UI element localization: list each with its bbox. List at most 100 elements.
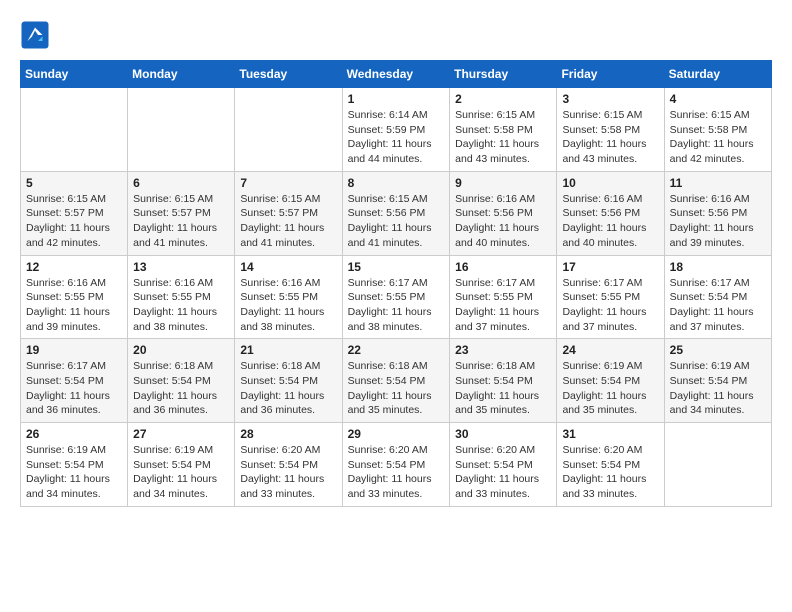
calendar-cell: 9 Sunrise: 6:16 AM Sunset: 5:56 PM Daylig… xyxy=(450,171,557,255)
day-info: Sunrise: 6:20 AM Sunset: 5:54 PM Dayligh… xyxy=(348,443,445,502)
calendar-week-row: 19 Sunrise: 6:17 AM Sunset: 5:54 PM Dayli… xyxy=(21,339,772,423)
page-header xyxy=(20,20,772,50)
day-number: 2 xyxy=(455,92,551,106)
day-info: Sunrise: 6:20 AM Sunset: 5:54 PM Dayligh… xyxy=(240,443,336,502)
day-info: Sunrise: 6:19 AM Sunset: 5:54 PM Dayligh… xyxy=(670,359,766,418)
day-number: 3 xyxy=(562,92,658,106)
day-number: 12 xyxy=(26,260,122,274)
calendar-week-row: 1Sunrise: 6:14 AM Sunset: 5:59 PM Daylig… xyxy=(21,88,772,172)
day-number: 10 xyxy=(562,176,658,190)
day-info: Sunrise: 6:18 AM Sunset: 5:54 PM Dayligh… xyxy=(455,359,551,418)
day-number: 7 xyxy=(240,176,336,190)
day-info: Sunrise: 6:19 AM Sunset: 5:54 PM Dayligh… xyxy=(562,359,658,418)
calendar-cell: 29 Sunrise: 6:20 AM Sunset: 5:54 PM Dayli… xyxy=(342,423,450,507)
day-number: 14 xyxy=(240,260,336,274)
calendar-cell: 11 Sunrise: 6:16 AM Sunset: 5:56 PM Dayli… xyxy=(664,171,771,255)
day-number: 26 xyxy=(26,427,122,441)
calendar-cell: 15 Sunrise: 6:17 AM Sunset: 5:55 PM Dayli… xyxy=(342,255,450,339)
day-number: 22 xyxy=(348,343,445,357)
day-info: Sunrise: 6:15 AM Sunset: 5:58 PM Dayligh… xyxy=(670,108,766,167)
day-number: 6 xyxy=(133,176,229,190)
day-number: 30 xyxy=(455,427,551,441)
calendar-cell: 31Sunrise: 6:20 AM Sunset: 5:54 PM Dayli… xyxy=(557,423,664,507)
calendar-week-row: 5 Sunrise: 6:15 AM Sunset: 5:57 PM Daylig… xyxy=(21,171,772,255)
day-info: Sunrise: 6:15 AM Sunset: 5:58 PM Dayligh… xyxy=(562,108,658,167)
day-info: Sunrise: 6:16 AM Sunset: 5:55 PM Dayligh… xyxy=(133,276,229,335)
calendar-week-row: 12 Sunrise: 6:16 AM Sunset: 5:55 PM Dayli… xyxy=(21,255,772,339)
calendar-cell: 30Sunrise: 6:20 AM Sunset: 5:54 PM Dayli… xyxy=(450,423,557,507)
day-info: Sunrise: 6:18 AM Sunset: 5:54 PM Dayligh… xyxy=(240,359,336,418)
day-info: Sunrise: 6:17 AM Sunset: 5:55 PM Dayligh… xyxy=(455,276,551,335)
logo-icon xyxy=(20,20,50,50)
day-number: 24 xyxy=(562,343,658,357)
day-number: 16 xyxy=(455,260,551,274)
calendar-cell: 22 Sunrise: 6:18 AM Sunset: 5:54 PM Dayli… xyxy=(342,339,450,423)
calendar-cell: 24 Sunrise: 6:19 AM Sunset: 5:54 PM Dayli… xyxy=(557,339,664,423)
calendar-cell: 2 Sunrise: 6:15 AM Sunset: 5:58 PM Daylig… xyxy=(450,88,557,172)
calendar-cell: 26 Sunrise: 6:19 AM Sunset: 5:54 PM Dayli… xyxy=(21,423,128,507)
calendar-cell xyxy=(128,88,235,172)
header-saturday: Saturday xyxy=(664,61,771,88)
day-number: 21 xyxy=(240,343,336,357)
day-info: Sunrise: 6:16 AM Sunset: 5:56 PM Dayligh… xyxy=(562,192,658,251)
header-monday: Monday xyxy=(128,61,235,88)
day-number: 5 xyxy=(26,176,122,190)
day-info: Sunrise: 6:19 AM Sunset: 5:54 PM Dayligh… xyxy=(133,443,229,502)
day-info: Sunrise: 6:20 AM Sunset: 5:54 PM Dayligh… xyxy=(562,443,658,502)
day-number: 25 xyxy=(670,343,766,357)
calendar-cell: 18Sunrise: 6:17 AM Sunset: 5:54 PM Dayli… xyxy=(664,255,771,339)
calendar-cell: 16 Sunrise: 6:17 AM Sunset: 5:55 PM Dayli… xyxy=(450,255,557,339)
day-number: 15 xyxy=(348,260,445,274)
day-number: 13 xyxy=(133,260,229,274)
day-number: 4 xyxy=(670,92,766,106)
day-info: Sunrise: 6:16 AM Sunset: 5:55 PM Dayligh… xyxy=(240,276,336,335)
day-info: Sunrise: 6:19 AM Sunset: 5:54 PM Dayligh… xyxy=(26,443,122,502)
calendar-cell xyxy=(235,88,342,172)
calendar-cell: 19 Sunrise: 6:17 AM Sunset: 5:54 PM Dayli… xyxy=(21,339,128,423)
day-number: 28 xyxy=(240,427,336,441)
day-info: Sunrise: 6:14 AM Sunset: 5:59 PM Dayligh… xyxy=(348,108,445,167)
header-wednesday: Wednesday xyxy=(342,61,450,88)
day-info: Sunrise: 6:17 AM Sunset: 5:55 PM Dayligh… xyxy=(562,276,658,335)
calendar-table: SundayMondayTuesdayWednesdayThursdayFrid… xyxy=(20,60,772,507)
calendar-cell: 13 Sunrise: 6:16 AM Sunset: 5:55 PM Dayli… xyxy=(128,255,235,339)
day-number: 19 xyxy=(26,343,122,357)
calendar-cell xyxy=(21,88,128,172)
calendar-cell: 17 Sunrise: 6:17 AM Sunset: 5:55 PM Dayli… xyxy=(557,255,664,339)
day-info: Sunrise: 6:16 AM Sunset: 5:56 PM Dayligh… xyxy=(670,192,766,251)
logo xyxy=(20,20,54,50)
day-number: 17 xyxy=(562,260,658,274)
day-number: 27 xyxy=(133,427,229,441)
day-info: Sunrise: 6:18 AM Sunset: 5:54 PM Dayligh… xyxy=(133,359,229,418)
day-info: Sunrise: 6:17 AM Sunset: 5:54 PM Dayligh… xyxy=(26,359,122,418)
calendar-cell: 6Sunrise: 6:15 AM Sunset: 5:57 PM Daylig… xyxy=(128,171,235,255)
calendar-cell: 20 Sunrise: 6:18 AM Sunset: 5:54 PM Dayli… xyxy=(128,339,235,423)
header-sunday: Sunday xyxy=(21,61,128,88)
day-number: 8 xyxy=(348,176,445,190)
calendar-cell: 25 Sunrise: 6:19 AM Sunset: 5:54 PM Dayli… xyxy=(664,339,771,423)
calendar-cell: 27 Sunrise: 6:19 AM Sunset: 5:54 PM Dayli… xyxy=(128,423,235,507)
calendar-cell: 10 Sunrise: 6:16 AM Sunset: 5:56 PM Dayli… xyxy=(557,171,664,255)
day-info: Sunrise: 6:15 AM Sunset: 5:57 PM Dayligh… xyxy=(240,192,336,251)
calendar-cell: 1Sunrise: 6:14 AM Sunset: 5:59 PM Daylig… xyxy=(342,88,450,172)
calendar-cell: 14 Sunrise: 6:16 AM Sunset: 5:55 PM Dayli… xyxy=(235,255,342,339)
day-number: 9 xyxy=(455,176,551,190)
day-info: Sunrise: 6:17 AM Sunset: 5:55 PM Dayligh… xyxy=(348,276,445,335)
calendar-cell: 21 Sunrise: 6:18 AM Sunset: 5:54 PM Dayli… xyxy=(235,339,342,423)
header-thursday: Thursday xyxy=(450,61,557,88)
calendar-cell: 12Sunrise: 6:16 AM Sunset: 5:55 PM Dayli… xyxy=(21,255,128,339)
day-info: Sunrise: 6:15 AM Sunset: 5:58 PM Dayligh… xyxy=(455,108,551,167)
day-number: 20 xyxy=(133,343,229,357)
calendar-cell: 5Sunrise: 6:15 AM Sunset: 5:57 PM Daylig… xyxy=(21,171,128,255)
day-info: Sunrise: 6:18 AM Sunset: 5:54 PM Dayligh… xyxy=(348,359,445,418)
day-number: 23 xyxy=(455,343,551,357)
day-number: 29 xyxy=(348,427,445,441)
day-number: 11 xyxy=(670,176,766,190)
day-number: 18 xyxy=(670,260,766,274)
calendar-cell: 3 Sunrise: 6:15 AM Sunset: 5:58 PM Daylig… xyxy=(557,88,664,172)
day-info: Sunrise: 6:16 AM Sunset: 5:56 PM Dayligh… xyxy=(455,192,551,251)
calendar-week-row: 26 Sunrise: 6:19 AM Sunset: 5:54 PM Dayli… xyxy=(21,423,772,507)
calendar-cell: 23 Sunrise: 6:18 AM Sunset: 5:54 PM Dayli… xyxy=(450,339,557,423)
calendar-cell: 7 Sunrise: 6:15 AM Sunset: 5:57 PM Daylig… xyxy=(235,171,342,255)
calendar-header-row: SundayMondayTuesdayWednesdayThursdayFrid… xyxy=(21,61,772,88)
